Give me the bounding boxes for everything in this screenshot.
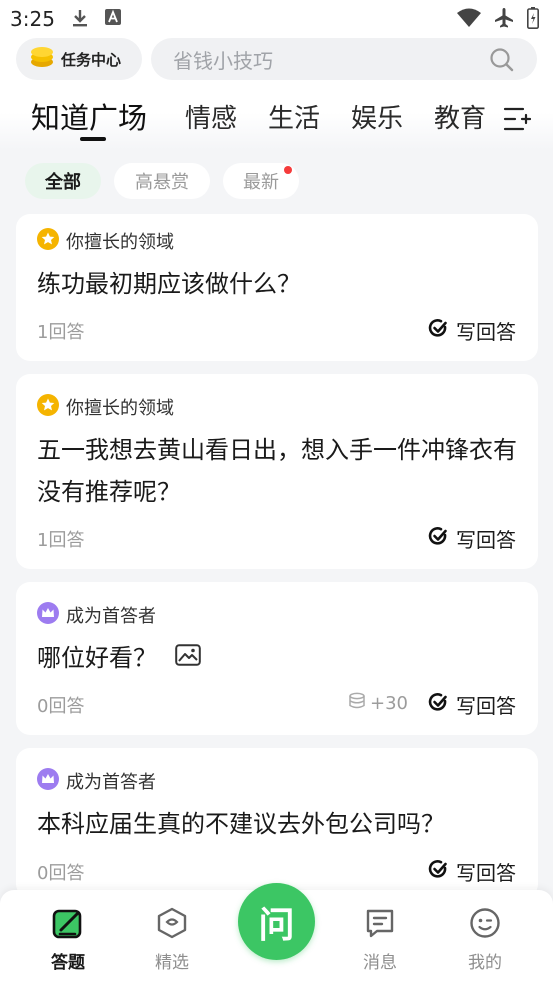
card-tag-text: 你擅长的领域	[66, 398, 174, 419]
coin-stack-icon	[348, 692, 366, 715]
question-card[interactable]: 成为首答者 哪位好看？ 0回答 +30 写回答	[16, 582, 538, 735]
question-card[interactable]: 你擅长的领域 五一我想去黄山看日出，想入手一件冲锋衣有没有推荐呢？ 1回答 写回…	[16, 374, 538, 569]
write-answer-label: 写回答	[456, 694, 516, 718]
question-title[interactable]: 本科应届生真的不建议去外包公司吗？	[37, 803, 521, 845]
status-time: 3:25	[10, 7, 55, 31]
question-card[interactable]: 成为首答者 本科应届生真的不建议去外包公司吗？ 0回答 写回答	[16, 748, 538, 898]
wifi-icon	[457, 8, 481, 32]
font-icon	[104, 8, 122, 32]
tab-entertainment[interactable]: 娱乐	[351, 98, 403, 135]
card-tag: 你擅长的领域	[37, 228, 174, 254]
card-tag-text: 你擅长的领域	[66, 232, 174, 253]
write-answer-button[interactable]: 写回答	[428, 857, 516, 886]
filter-latest[interactable]: 最新	[223, 163, 299, 199]
category-tabs: 知道广场 情感 生活 娱乐 教育	[0, 94, 553, 142]
tab-life[interactable]: 生活	[268, 98, 320, 135]
status-bar: 3:25	[0, 0, 553, 36]
write-answer-icon	[428, 859, 448, 884]
card-tag-text: 成为首答者	[66, 606, 156, 627]
write-answer-icon	[428, 318, 448, 343]
nav-label-answer: 答题	[51, 953, 85, 973]
ask-question-button[interactable]: 问	[238, 883, 315, 960]
question-card[interactable]: 你擅长的领域 练功最初期应该做什么？ 1回答 写回答	[16, 214, 538, 361]
write-answer-button[interactable]: 写回答	[428, 316, 516, 345]
write-answer-label: 写回答	[456, 528, 516, 552]
ask-button-label: 问	[258, 904, 295, 946]
write-answer-label: 写回答	[456, 861, 516, 885]
question-title[interactable]: 五一我想去黄山看日出，想入手一件冲锋衣有没有推荐呢？	[37, 429, 521, 513]
crown-badge-icon	[37, 602, 59, 628]
nav-item-answer[interactable]: 答题	[28, 906, 108, 973]
nav-label-messages: 消息	[363, 953, 397, 973]
nav-item-profile[interactable]: 我的	[445, 906, 525, 973]
reward-value: +30	[370, 693, 408, 714]
reward-amount: +30	[348, 692, 408, 715]
question-title[interactable]: 练功最初期应该做什么？	[37, 263, 521, 305]
filter-high-reward[interactable]: 高悬赏	[114, 163, 210, 199]
crown-badge-icon	[37, 768, 59, 794]
search-placeholder: 省钱小技巧	[173, 48, 273, 73]
answer-count: 1回答	[37, 530, 85, 551]
featured-icon	[155, 906, 189, 944]
star-badge-icon	[37, 228, 59, 254]
filter-all[interactable]: 全部	[25, 163, 101, 199]
category-manage-icon[interactable]	[503, 106, 532, 136]
download-icon	[70, 8, 90, 32]
card-tag: 你擅长的领域	[37, 394, 174, 420]
profile-icon	[468, 906, 502, 944]
nav-item-featured[interactable]: 精选	[132, 906, 212, 973]
card-tag: 成为首答者	[37, 768, 156, 794]
star-badge-icon	[37, 394, 59, 420]
write-answer-button[interactable]: 写回答	[428, 690, 516, 719]
answer-count: 0回答	[37, 863, 85, 884]
active-tab-indicator	[80, 137, 106, 141]
image-icon	[175, 637, 201, 679]
search-icon[interactable]	[489, 47, 515, 77]
write-answer-icon	[428, 526, 448, 551]
card-tag: 成为首答者	[37, 602, 156, 628]
message-icon	[363, 906, 397, 944]
write-answer-button[interactable]: 写回答	[428, 524, 516, 553]
search-input[interactable]: 省钱小技巧	[151, 38, 537, 80]
nav-label-featured: 精选	[155, 953, 189, 973]
task-center-button[interactable]: 任务中心	[16, 38, 142, 80]
write-answer-icon	[428, 692, 448, 717]
tab-emotion[interactable]: 情感	[185, 98, 237, 135]
answer-icon	[51, 906, 85, 944]
airplane-icon	[493, 7, 515, 33]
answer-count: 0回答	[37, 696, 85, 717]
answer-count: 1回答	[37, 322, 85, 343]
question-title-row[interactable]: 哪位好看？	[37, 637, 521, 679]
coin-stack-icon	[29, 45, 55, 73]
nav-label-profile: 我的	[468, 953, 502, 973]
tab-education[interactable]: 教育	[434, 98, 486, 135]
nav-item-messages[interactable]: 消息	[340, 906, 420, 973]
new-indicator-dot	[284, 166, 292, 174]
battery-icon	[527, 7, 539, 33]
tab-zhidao-square[interactable]: 知道广场	[31, 95, 147, 137]
question-title: 哪位好看？	[37, 644, 157, 672]
filter-latest-label: 最新	[243, 172, 279, 193]
task-center-label: 任务中心	[61, 50, 122, 69]
card-tag-text: 成为首答者	[66, 772, 156, 793]
write-answer-label: 写回答	[456, 320, 516, 344]
